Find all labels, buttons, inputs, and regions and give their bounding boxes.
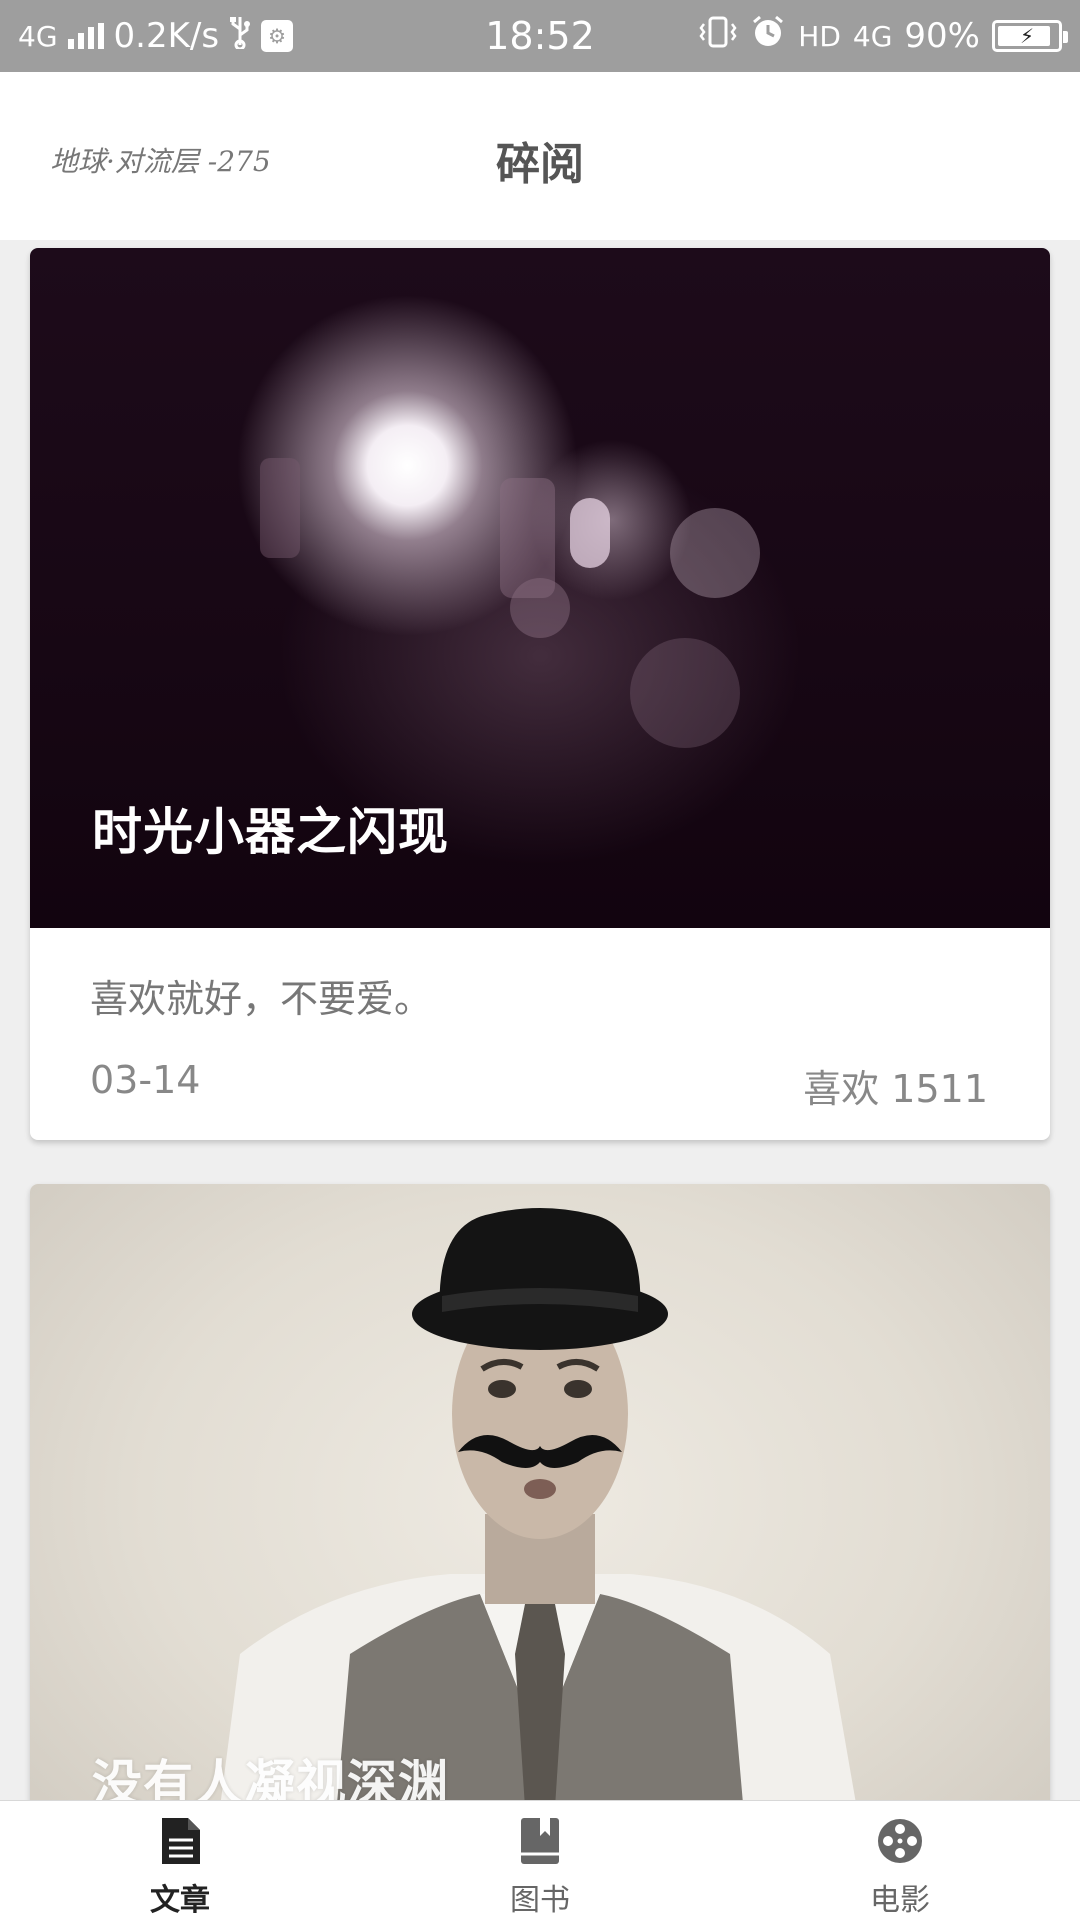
tab-label: 图书 (510, 1883, 570, 1918)
article-card[interactable]: 时光小器之闪现 喜欢就好，不要爱。 03-14 喜欢 1511 (30, 248, 1050, 1140)
bokeh-light (630, 638, 740, 748)
page-title: 碎阅 (496, 139, 584, 190)
alarm-icon (750, 14, 786, 59)
status-bar: 4G 0.2K/s ⚙ 18:52 HD 4G 90% ⚡ (0, 0, 1080, 72)
article-excerpt: 喜欢就好，不要爱。 (90, 977, 433, 1021)
network-type: 4G (18, 19, 58, 53)
article-cover-image[interactable]: 没有人凝视深渊 (30, 1184, 1050, 1800)
battery-percent: 90% (904, 16, 980, 56)
network-type-right: 4G (852, 19, 893, 53)
portrait-illustration (220, 1208, 856, 1800)
signal-icon (67, 23, 104, 49)
usb-icon (229, 15, 251, 58)
article-likes[interactable]: 喜欢 1511 (803, 1058, 988, 1113)
tab-label: 电影 (870, 1883, 930, 1918)
bokeh-light (260, 458, 300, 558)
battery-icon: ⚡ (992, 20, 1068, 52)
bokeh-light (500, 478, 555, 598)
vibrate-icon (698, 15, 738, 58)
charging-icon: ⚡ (1019, 24, 1035, 48)
book-icon (514, 1815, 566, 1867)
article-icon (154, 1815, 206, 1867)
tab-books[interactable]: 图书 (360, 1801, 720, 1920)
hd-indicator: HD (798, 19, 841, 53)
bottom-tab-bar: 文章 图书 电影 (0, 1800, 1080, 1920)
status-left: 4G 0.2K/s ⚙ (18, 0, 294, 72)
article-title[interactable]: 时光小器之闪现 (92, 792, 449, 864)
article-card-body: 喜欢就好，不要爱。 03-14 喜欢 1511 (30, 928, 1050, 1140)
tab-movies[interactable]: 电影 (720, 1801, 1080, 1920)
article-card[interactable]: 没有人凝视深渊 (30, 1184, 1050, 1800)
app-header: 地球·对流层 -275 碎阅 (0, 72, 1080, 240)
article-date: 03-14 (90, 1058, 201, 1102)
article-title[interactable]: 没有人凝视深渊 (92, 1744, 449, 1800)
usb-debug-icon: ⚙ (261, 20, 294, 52)
network-speed: 0.2K/s (113, 16, 220, 56)
tab-label: 文章 (150, 1883, 210, 1918)
article-feed[interactable]: 时光小器之闪现 喜欢就好，不要爱。 03-14 喜欢 1511 没有人凝视深渊 (0, 240, 1080, 1800)
tab-articles[interactable]: 文章 (0, 1801, 360, 1920)
film-reel-icon (874, 1815, 926, 1867)
bokeh-light (670, 508, 760, 598)
article-cover-image[interactable]: 时光小器之闪现 (30, 248, 1050, 928)
bokeh-light (570, 498, 610, 568)
status-right: HD 4G 90% ⚡ (698, 0, 1068, 72)
